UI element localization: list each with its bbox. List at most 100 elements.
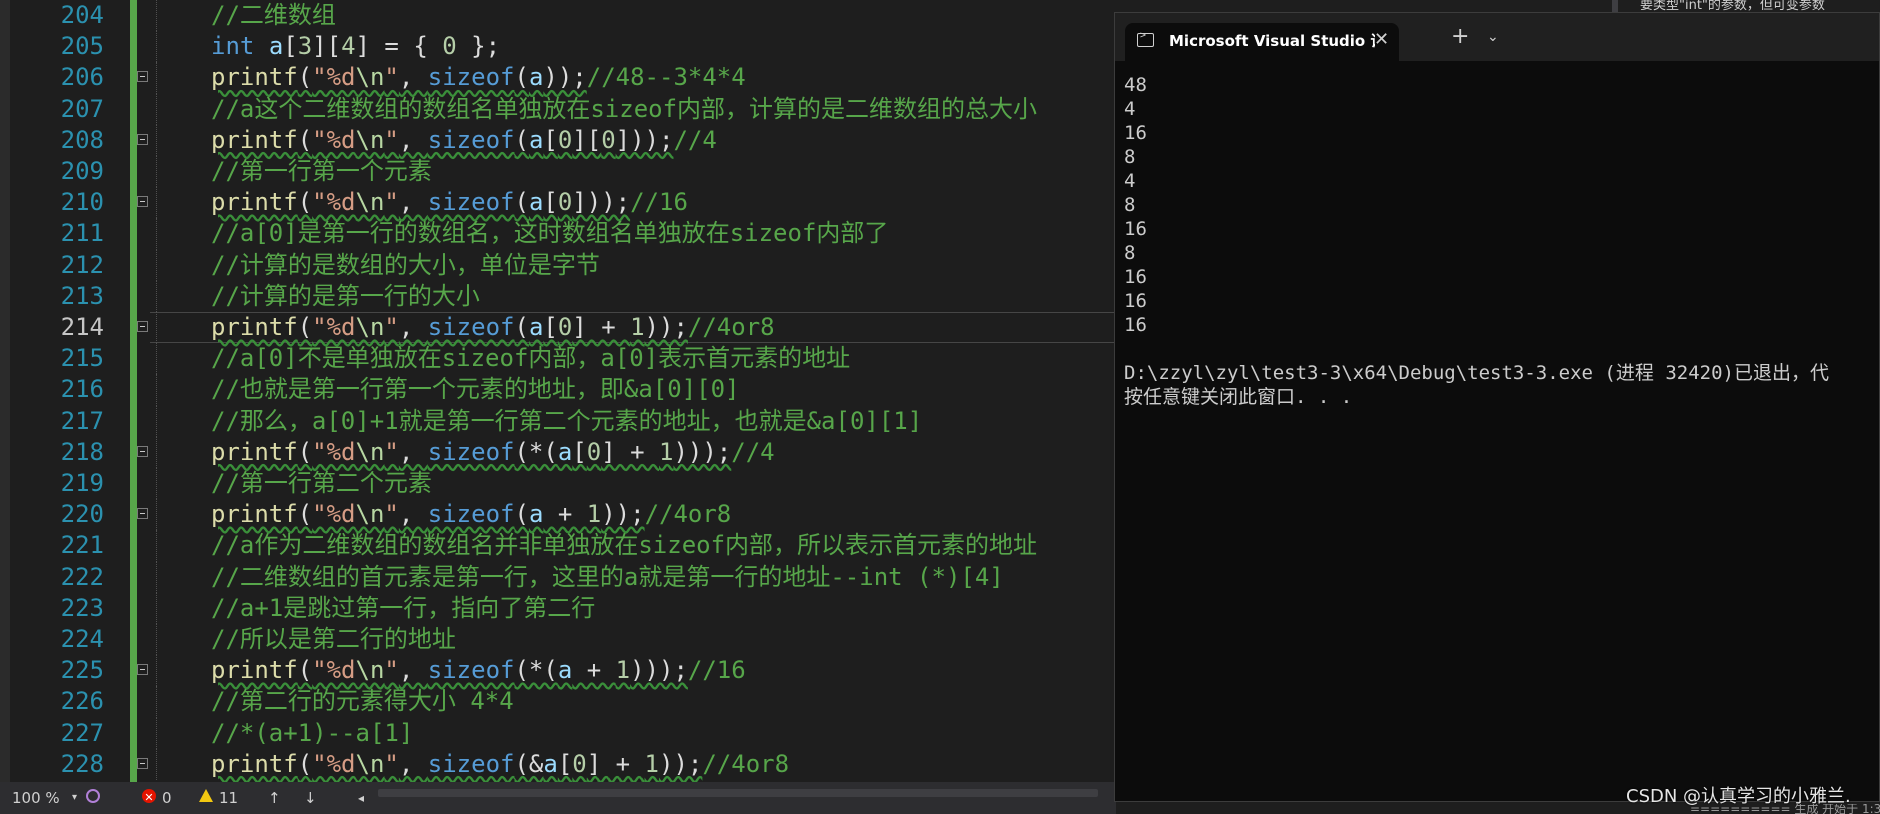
code-statement[interactable]: printf("%d\n", sizeof(&a[0] + 1));//4or8 bbox=[211, 749, 789, 780]
zoom-level[interactable]: 100 % bbox=[12, 789, 60, 807]
code-line[interactable]: 215 //a[0]不是单独放在sizeof内部，a[0]表示首元素的地址 bbox=[0, 343, 1116, 375]
collapse-icon[interactable] bbox=[137, 664, 148, 676]
line-number[interactable]: 211 bbox=[38, 218, 104, 249]
code-line[interactable]: 223 //a+1是跳过第一行，指向了第二行 bbox=[0, 592, 1116, 624]
code-statement[interactable]: printf("%d\n", sizeof(a + 1));//4or8 bbox=[211, 499, 731, 530]
line-number[interactable]: 225 bbox=[38, 655, 104, 686]
code-line[interactable]: 217 //那么，a[0]+1就是第一行第二个元素的地址，也就是&a[0][1] bbox=[0, 405, 1116, 437]
line-number[interactable]: 207 bbox=[38, 94, 104, 125]
console-titlebar[interactable]: Microsoft Visual Studio 调试控制台 ✕ + ⌄ bbox=[1115, 13, 1879, 61]
code-comment[interactable]: //二维数组的首元素是第一行，这里的a就是第一行的地址--int (*)[4] bbox=[211, 562, 1004, 593]
code-editor[interactable]: 204 //二维数组 205 int a[3][4] = { 0 }; 206 print… bbox=[0, 0, 1116, 782]
line-number[interactable]: 220 bbox=[38, 499, 104, 530]
debug-console-window[interactable]: Microsoft Visual Studio 调试控制台 ✕ + ⌄ 4841… bbox=[1114, 12, 1880, 802]
code-comment[interactable]: //a+1是跳过第一行，指向了第二行 bbox=[211, 593, 595, 624]
previous-issue-button[interactable]: ↑ bbox=[268, 789, 281, 807]
line-number[interactable]: 216 bbox=[38, 374, 104, 405]
code-line[interactable]: 221 //a作为二维数组的数组名并非单独放在sizeof内部，所以表示首元素的地… bbox=[0, 530, 1116, 562]
tab-dropdown-icon[interactable]: ⌄ bbox=[1487, 29, 1499, 45]
code-statement[interactable]: printf("%d\n", sizeof(a[0] + 1));//4or8 bbox=[211, 312, 775, 343]
collapse-icon[interactable] bbox=[137, 196, 148, 208]
line-number[interactable]: 219 bbox=[38, 468, 104, 499]
code-comment[interactable]: //那么，a[0]+1就是第一行第二个元素的地址，也就是&a[0][1] bbox=[211, 406, 922, 437]
line-number[interactable]: 227 bbox=[38, 718, 104, 749]
code-line[interactable]: 226 //第二行的元素得大小 4*4 bbox=[0, 686, 1116, 718]
new-tab-button[interactable]: + bbox=[1451, 26, 1469, 48]
code-comment[interactable]: //a作为二维数组的数组名并非单独放在sizeof内部，所以表示首元素的地址 bbox=[211, 530, 1037, 561]
line-number[interactable]: 206 bbox=[38, 62, 104, 93]
line-number[interactable]: 217 bbox=[38, 406, 104, 437]
code-line[interactable]: 208 printf("%d\n", sizeof(a[0][0]));//4 bbox=[0, 124, 1116, 156]
collapse-icon[interactable] bbox=[137, 321, 148, 332]
line-number[interactable]: 228 bbox=[38, 749, 104, 780]
code-comment[interactable]: //第一行第二个元素 bbox=[211, 468, 432, 499]
code-comment[interactable]: //a[0]不是单独放在sizeof内部，a[0]表示首元素的地址 bbox=[211, 343, 850, 374]
code-line[interactable]: 204 //二维数组 bbox=[0, 0, 1116, 32]
code-statement[interactable]: int a[3][4] = { 0 }; bbox=[211, 31, 500, 62]
code-line[interactable]: 227 //*(a+1)--a[1] bbox=[0, 717, 1116, 749]
intellicode-icon[interactable] bbox=[86, 789, 100, 803]
code-line[interactable]: 214 printf("%d\n", sizeof(a[0] + 1));//4o… bbox=[0, 312, 1116, 344]
warning-icon[interactable] bbox=[199, 789, 213, 802]
code-comment[interactable]: //所以是第二行的地址 bbox=[211, 624, 456, 655]
code-comment[interactable]: //第一行第一个元素 bbox=[211, 156, 432, 187]
collapse-icon[interactable] bbox=[137, 133, 148, 145]
error-icon[interactable]: ✕ bbox=[142, 789, 156, 804]
console-tab[interactable]: Microsoft Visual Studio 调试控制台 ✕ bbox=[1125, 23, 1399, 61]
code-line[interactable]: 210 printf("%d\n", sizeof(a[0]));//16 bbox=[0, 187, 1116, 219]
line-number[interactable]: 221 bbox=[38, 530, 104, 561]
collapse-icon[interactable] bbox=[137, 508, 148, 520]
line-number[interactable]: 205 bbox=[38, 31, 104, 62]
horizontal-scrollbar[interactable] bbox=[378, 789, 1098, 797]
line-number[interactable]: 226 bbox=[38, 686, 104, 717]
error-count[interactable]: 0 bbox=[162, 789, 172, 807]
line-number[interactable]: 218 bbox=[38, 437, 104, 468]
code-line[interactable]: 211 //a[0]是第一行的数组名，这时数组名单独放在sizeof内部了 bbox=[0, 218, 1116, 250]
code-line[interactable]: 205 int a[3][4] = { 0 }; bbox=[0, 31, 1116, 63]
code-line[interactable]: 213 //计算的是第一行的大小 bbox=[0, 280, 1116, 312]
collapse-icon[interactable] bbox=[137, 445, 148, 457]
line-number[interactable]: 214 bbox=[38, 312, 104, 343]
line-number[interactable]: 208 bbox=[38, 125, 104, 156]
line-number[interactable]: 222 bbox=[38, 562, 104, 593]
code-line[interactable]: 219 //第一行第二个元素 bbox=[0, 468, 1116, 500]
code-comment[interactable]: //第二行的元素得大小 4*4 bbox=[211, 686, 514, 717]
scroll-left-icon[interactable]: ◂ bbox=[358, 789, 364, 807]
line-number[interactable]: 223 bbox=[38, 593, 104, 624]
line-number[interactable]: 209 bbox=[38, 156, 104, 187]
code-comment[interactable]: //a[0]是第一行的数组名，这时数组名单独放在sizeof内部了 bbox=[211, 218, 888, 249]
code-line[interactable]: 224 //所以是第二行的地址 bbox=[0, 624, 1116, 656]
line-number[interactable]: 204 bbox=[38, 0, 104, 31]
line-number[interactable]: 210 bbox=[38, 187, 104, 218]
code-comment[interactable]: //二维数组 bbox=[211, 0, 336, 31]
code-comment[interactable]: //计算的是数组的大小，单位是字节 bbox=[211, 250, 600, 281]
code-line[interactable]: 206 printf("%d\n", sizeof(a));//48--3*4*4 bbox=[0, 62, 1116, 94]
code-line[interactable]: 220 printf("%d\n", sizeof(a + 1));//4or8 bbox=[0, 499, 1116, 531]
code-line[interactable]: 209 //第一行第一个元素 bbox=[0, 156, 1116, 188]
code-statement[interactable]: printf("%d\n", sizeof(*(a + 1)));//16 bbox=[211, 655, 746, 686]
zoom-dropdown-icon[interactable]: ▾ bbox=[72, 789, 77, 807]
next-issue-button[interactable]: ↓ bbox=[304, 789, 317, 807]
code-line[interactable]: 228 printf("%d\n", sizeof(&a[0] + 1));//4… bbox=[0, 748, 1116, 780]
line-number[interactable]: 215 bbox=[38, 343, 104, 374]
code-line[interactable]: 225 printf("%d\n", sizeof(*(a + 1)));//16 bbox=[0, 655, 1116, 687]
code-line[interactable]: 218 printf("%d\n", sizeof(*(a[0] + 1)));/… bbox=[0, 436, 1116, 468]
warning-count[interactable]: 11 bbox=[219, 789, 238, 807]
code-line[interactable]: 212 //计算的是数组的大小，单位是字节 bbox=[0, 249, 1116, 281]
code-comment[interactable]: //计算的是第一行的大小 bbox=[211, 281, 480, 312]
code-statement[interactable]: printf("%d\n", sizeof(a[0]));//16 bbox=[211, 187, 688, 218]
code-statement[interactable]: printf("%d\n", sizeof(a));//48--3*4*4 bbox=[211, 62, 746, 93]
code-statement[interactable]: printf("%d\n", sizeof(*(a[0] + 1)));//4 bbox=[211, 437, 775, 468]
line-number[interactable]: 212 bbox=[38, 250, 104, 281]
code-comment[interactable]: //*(a+1)--a[1] bbox=[211, 718, 413, 749]
code-line[interactable]: 216 //也就是第一行第一个元素的地址，即&a[0][0] bbox=[0, 374, 1116, 406]
code-comment[interactable]: //也就是第一行第一个元素的地址，即&a[0][0] bbox=[211, 374, 740, 405]
code-line[interactable]: 207 //a这个二维数组的数组名单独放在sizeof内部，计算的是二维数组的总大… bbox=[0, 93, 1116, 125]
collapse-icon[interactable] bbox=[137, 757, 148, 769]
code-comment[interactable]: //a这个二维数组的数组名单独放在sizeof内部，计算的是二维数组的总大小 bbox=[211, 94, 1037, 125]
code-statement[interactable]: printf("%d\n", sizeof(a[0][0]));//4 bbox=[211, 125, 717, 156]
line-number[interactable]: 224 bbox=[38, 624, 104, 655]
code-line[interactable]: 222 //二维数组的首元素是第一行，这里的a就是第一行的地址--int (*)[… bbox=[0, 561, 1116, 593]
collapse-icon[interactable] bbox=[137, 71, 148, 83]
close-tab-icon[interactable]: ✕ bbox=[1374, 30, 1389, 50]
